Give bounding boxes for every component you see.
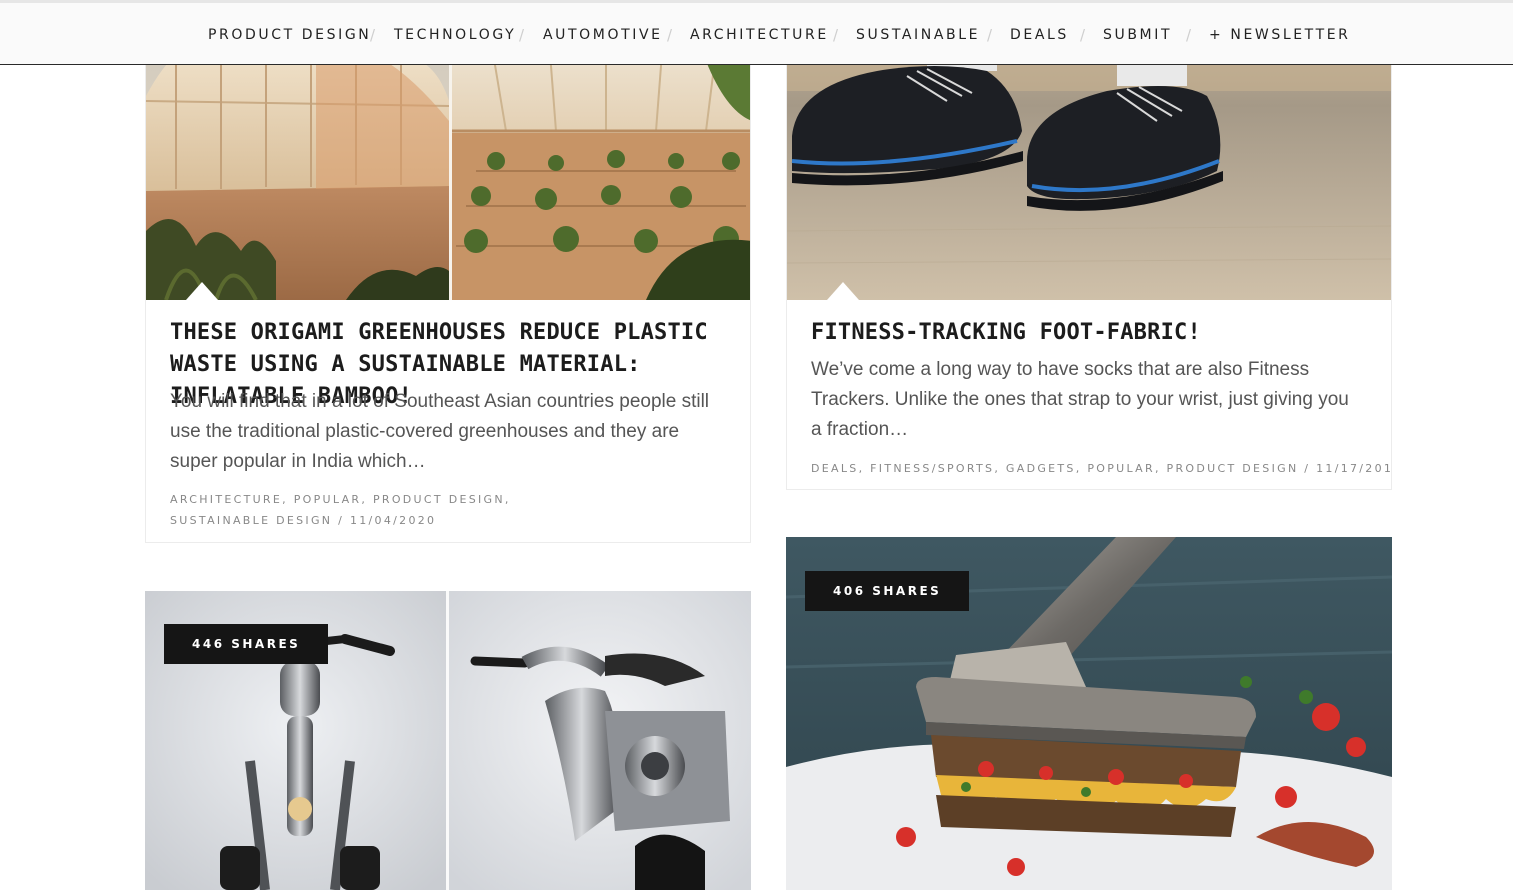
category-link[interactable]: PRODUCT DESIGN: [1167, 462, 1299, 475]
nav-separator: /: [667, 26, 673, 44]
category-link[interactable]: POPULAR: [294, 493, 362, 506]
main-navigation: PRODUCT DESIGN / TECHNOLOGY / AUTOMOTIVE…: [0, 0, 1513, 65]
post-card-motorcycle: 446 SHARES: [145, 591, 751, 890]
share-count-badge[interactable]: 446 SHARES: [164, 624, 329, 664]
post-excerpt-greenhouses: You will find that in a lot of Southeast…: [170, 391, 710, 472]
post-card-food: 406 SHARES: [786, 537, 1392, 890]
category-link[interactable]: DEALS: [811, 462, 859, 475]
post-excerpt-fitness: We’ve come a long way to have socks that…: [811, 359, 1349, 440]
nav-separator: /: [1186, 26, 1192, 44]
nav-separator: /: [1080, 26, 1086, 44]
post-meta-fitness: DEALS, FITNESS/SPORTS, GADGETS, POPULAR,…: [811, 458, 1391, 479]
category-link[interactable]: FITNESS/SPORTS: [870, 462, 994, 475]
post-card-greenhouses: THESE ORIGAMI GREENHOUSES REDUCE PLASTIC…: [145, 0, 751, 543]
post-title-fitness[interactable]: FITNESS-TRACKING FOOT-FABRIC!: [811, 317, 1371, 349]
category-link[interactable]: PRODUCT DESIGN: [373, 493, 505, 506]
post-card-fitness: FITNESS-TRACKING FOOT-FABRIC! We’ve come…: [786, 0, 1392, 490]
nav-product-design[interactable]: PRODUCT DESIGN: [208, 25, 371, 45]
post-date: 11/04/2020: [349, 514, 437, 527]
share-count-badge[interactable]: 406 SHARES: [805, 571, 970, 611]
category-link[interactable]: POPULAR: [1087, 462, 1155, 475]
nav-technology[interactable]: TECHNOLOGY: [394, 25, 516, 45]
nav-separator: /: [987, 26, 993, 44]
post-meta-greenhouses: ARCHITECTURE, POPULAR, PRODUCT DESIGN, S…: [170, 493, 511, 527]
nav-separator: /: [370, 26, 376, 44]
nav-separator: /: [833, 26, 839, 44]
nav-automotive[interactable]: AUTOMOTIVE: [543, 25, 663, 45]
nav-architecture[interactable]: ARCHITECTURE: [690, 25, 829, 45]
category-link[interactable]: SUSTAINABLE DESIGN: [170, 514, 332, 527]
category-link[interactable]: ARCHITECTURE: [170, 493, 282, 506]
nav-separator: /: [519, 26, 525, 44]
category-link[interactable]: GADGETS: [1006, 462, 1076, 475]
card-pointer: [827, 282, 859, 300]
nav-deals[interactable]: DEALS: [1010, 25, 1069, 45]
nav-sustainable[interactable]: SUSTAINABLE: [856, 25, 980, 45]
post-date: 11/17/2017: [1316, 462, 1391, 475]
nav-newsletter[interactable]: + NEWSLETTER: [1209, 25, 1351, 45]
nav-submit[interactable]: SUBMIT: [1103, 25, 1172, 45]
card-pointer: [186, 282, 218, 300]
